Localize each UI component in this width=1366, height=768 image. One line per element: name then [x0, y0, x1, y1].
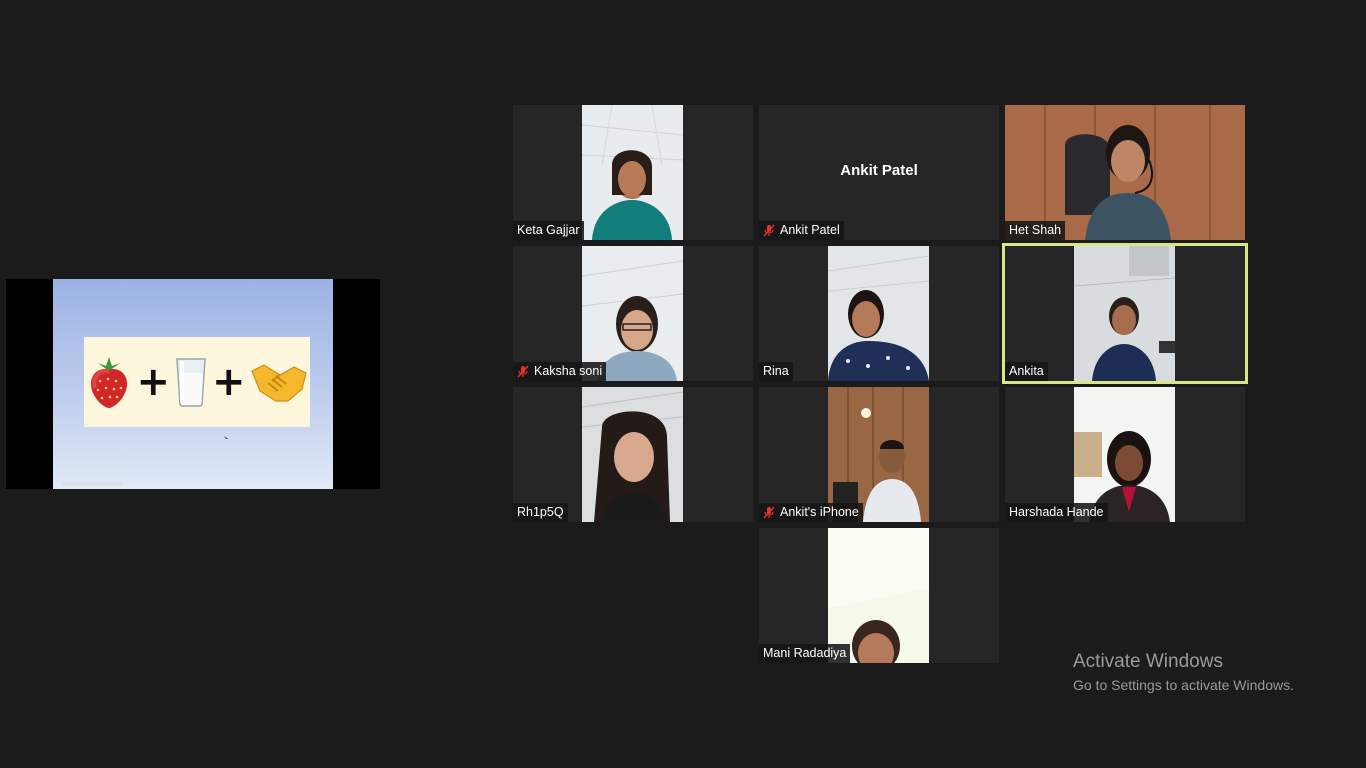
participant-name-label: Kaksha soni: [513, 362, 607, 381]
video-tile-active-speaker[interactable]: Ankita: [1002, 243, 1248, 384]
handshake-icon: [250, 361, 308, 403]
participant-video: [1005, 105, 1245, 240]
slide-controls: [63, 482, 123, 486]
video-tile[interactable]: Ankit's iPhone: [759, 387, 999, 522]
participant-name-label: Rina: [759, 362, 793, 381]
participant-name-label: Ankit Patel: [759, 221, 844, 240]
participant-name-label: Keta Gajjar: [513, 221, 584, 240]
participant-video: [582, 105, 683, 240]
emoji-puzzle-card: + +: [84, 337, 310, 427]
shared-screen[interactable]: + +: [6, 279, 380, 489]
mouse-cursor-icon: [224, 436, 228, 439]
participant-display-name: Ankit Patel: [840, 162, 918, 179]
video-tile[interactable]: Ankit Patel Ankit Patel: [759, 105, 999, 240]
video-tile[interactable]: Rina: [759, 246, 999, 381]
mic-muted-icon: [763, 224, 775, 237]
milk-glass-icon: [174, 357, 208, 407]
participant-video: [582, 387, 683, 522]
plus-sign: +: [212, 359, 246, 405]
video-tile[interactable]: Rh1p5Q: [513, 387, 753, 522]
watermark-subtitle: Go to Settings to activate Windows.: [1073, 677, 1294, 693]
plus-sign: +: [136, 359, 170, 405]
video-tile[interactable]: Mani Radadiya: [759, 528, 999, 663]
watermark-title: Activate Windows: [1073, 651, 1223, 672]
presentation-slide: + +: [53, 279, 333, 489]
participant-name-label: Ankit's iPhone: [759, 503, 863, 522]
mic-muted-icon: [517, 365, 529, 378]
mic-muted-icon: [763, 506, 775, 519]
strawberry-icon: [86, 355, 132, 409]
participant-video: [828, 246, 929, 381]
participant-name-label: Harshada Hande: [1005, 503, 1108, 522]
video-tile[interactable]: Harshada Hande: [1005, 387, 1245, 522]
windows-activation-watermark: Activate Windows Go to Settings to activ…: [1073, 651, 1294, 697]
participant-name-label: Rh1p5Q: [513, 503, 568, 522]
video-tile[interactable]: Keta Gajjar: [513, 105, 753, 240]
video-tile[interactable]: Het Shah: [1005, 105, 1245, 240]
participant-video: [1074, 387, 1175, 522]
participant-video: [1074, 246, 1175, 381]
participant-video: [582, 246, 683, 381]
participant-video: [828, 387, 929, 522]
participant-name-label: Het Shah: [1005, 221, 1066, 240]
participant-name-label: Mani Radadiya: [759, 644, 851, 663]
participant-name-label: Ankita: [1005, 362, 1048, 381]
participant-video: [828, 528, 929, 663]
video-tile[interactable]: Kaksha soni: [513, 246, 753, 381]
